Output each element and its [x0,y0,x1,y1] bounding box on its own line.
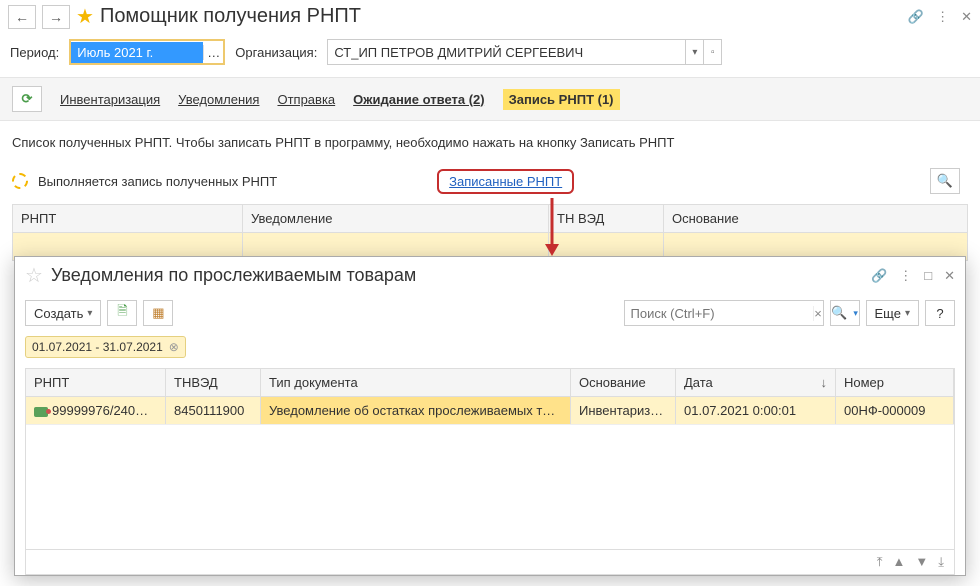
link-icon[interactable]: 🔗 [908,9,924,25]
annotation-arrow-icon [542,198,562,258]
tab-record-active[interactable]: Запись РНПТ (1) [503,89,620,110]
refresh-button[interactable]: ⟳ [12,86,42,112]
nav-forward-button[interactable]: → [42,5,70,29]
date-filter-chip[interactable]: 01.07.2021 - 31.07.2021 ⊗ [25,336,186,358]
col-basis[interactable]: Основание [664,205,967,232]
search-button[interactable]: 🔍 [930,168,960,194]
close-icon[interactable]: ✕ [961,9,972,25]
popup-close-icon[interactable]: ✕ [944,268,955,284]
popup-link-icon[interactable]: 🔗 [871,268,887,284]
nav-last-icon[interactable]: ⤓ [938,554,944,570]
nav-down-icon[interactable]: ▼ [915,554,928,570]
doc-icon [34,407,48,417]
popup-title: Уведомления по прослеживаемым товарам [51,265,863,286]
notifications-popup: ☆ Уведомления по прослеживаемым товарам … [14,256,966,576]
popup-star-icon[interactable]: ☆ [25,263,43,288]
window-title: Помощник получения РНПТ [100,5,902,28]
nav-first-icon[interactable]: ⤒ [877,554,883,570]
add-doc-button[interactable]: 🗎 [107,300,137,326]
spinner-icon [12,173,28,189]
gcol-date[interactable]: Дата↓ [676,369,836,396]
tab-sending[interactable]: Отправка [277,92,335,107]
col-tnved[interactable]: ТН ВЭД [549,205,664,232]
favorite-star-icon[interactable]: ★ [76,4,94,29]
status-text: Выполняется запись полученных РНПТ [38,174,277,189]
search-input[interactable]: × [624,300,824,326]
org-dropdown-icon[interactable]: ▾ [685,40,703,64]
tab-inventory[interactable]: Инвентаризация [60,92,160,107]
nav-up-icon[interactable]: ▲ [893,554,906,570]
col-rnpt[interactable]: РНПТ [13,205,243,232]
popup-maximize-icon[interactable]: □ [924,268,932,283]
grid-row[interactable]: 99999976/240… 8450111900 Уведомление об … [26,397,954,425]
col-notif[interactable]: Уведомление [243,205,549,232]
filter-clear-icon[interactable]: ⊗ [169,340,179,354]
period-value: Июль 2021 г. [71,42,203,63]
popup-kebab-icon[interactable]: ⋮ [899,268,912,284]
gcol-doctype[interactable]: Тип документа [261,369,571,396]
tab-notifications[interactable]: Уведомления [178,92,259,107]
tab-awaiting[interactable]: Ожидание ответа (2) [353,92,484,107]
org-open-icon[interactable]: ▫ [703,40,721,64]
help-button[interactable]: ? [925,300,955,326]
grid-nav-footer: ⤒ ▲ ▼ ⤓ [26,549,954,574]
search-clear-icon[interactable]: × [813,306,823,321]
gcol-number[interactable]: Номер [836,369,954,396]
recorded-link[interactable]: Записанные РНПТ [449,174,562,189]
search-dropdown-button[interactable]: 🔍▾ [830,300,860,326]
gcol-basis[interactable]: Основание [571,369,676,396]
recorded-link-highlight: Записанные РНПТ [437,169,574,194]
org-label: Организация: [235,45,317,60]
more-button[interactable]: Еще ▾ [866,300,919,326]
chevron-down-icon: ▾ [87,308,92,319]
search-field[interactable] [625,306,813,321]
chevron-down-icon: ▾ [905,308,910,319]
org-value: СТ_ИП ПЕТРОВ ДМИТРИЙ СЕРГЕЕВИЧ [328,42,685,63]
period-input[interactable]: Июль 2021 г. … [69,39,225,65]
period-label: Период: [10,45,59,60]
info-text: Список полученных РНПТ. Чтобы записать Р… [0,121,980,164]
org-select[interactable]: СТ_ИП ПЕТРОВ ДМИТРИЙ СЕРГЕЕВИЧ ▾ ▫ [327,39,722,65]
gcol-tnved[interactable]: ТНВЭД [166,369,261,396]
period-picker-button[interactable]: … [203,45,223,60]
create-button[interactable]: Создать ▾ [25,300,101,326]
sort-down-icon: ↓ [821,375,828,390]
struct-button[interactable]: ▦ [143,300,173,326]
nav-back-button[interactable]: ← [8,5,36,29]
gcol-rnpt[interactable]: РНПТ [26,369,166,396]
kebab-menu-icon[interactable]: ⋮ [936,9,949,25]
